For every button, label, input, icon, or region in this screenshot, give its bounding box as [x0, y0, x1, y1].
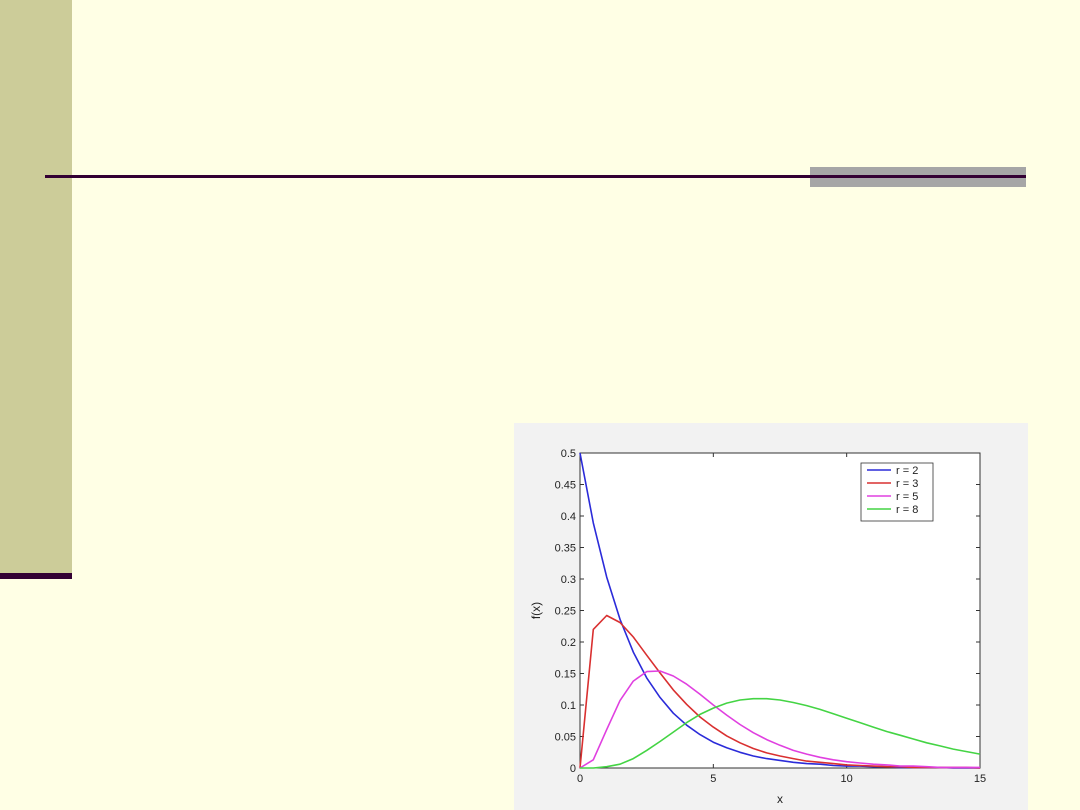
- y-tick-label: 0.2: [561, 637, 576, 649]
- side-accent-underline: [0, 573, 72, 579]
- y-tick-label: 0.25: [555, 606, 576, 618]
- x-tick-label: 0: [577, 773, 583, 785]
- y-tick-label: 0.3: [561, 574, 576, 586]
- chart-figure: 0 5 10 15 0 0.05 0.1 0.15 0.2 0.25 0.3 0.35 0.4 0.45 0…: [514, 423, 1028, 810]
- legend-entry: r = 3: [896, 478, 918, 490]
- legend-entry: r = 8: [896, 504, 918, 516]
- y-tick-label: 0.05: [555, 732, 576, 744]
- line-chart: 0 5 10 15 0 0.05 0.1 0.15 0.2 0.25 0.3 0.35 0.4 0.45 0…: [529, 448, 986, 806]
- legend-entry: r = 5: [896, 491, 918, 503]
- y-tick-label: 0.45: [555, 480, 576, 492]
- legend-entry: r = 2: [896, 465, 918, 477]
- y-axis-label: f(x): [529, 602, 543, 619]
- y-tick-label: 0: [570, 763, 576, 775]
- x-tick-label: 15: [974, 773, 986, 785]
- y-tick-label: 0.15: [555, 669, 576, 681]
- y-tick-label: 0.35: [555, 543, 576, 555]
- y-tick-label: 0.5: [561, 448, 576, 460]
- y-tick-label: 0.1: [561, 700, 576, 712]
- y-tick-label: 0.4: [561, 511, 576, 523]
- x-axis-label: x: [777, 792, 783, 806]
- x-tick-label: 10: [841, 773, 853, 785]
- side-accent-band: [0, 0, 72, 573]
- x-tick-label: 5: [710, 773, 716, 785]
- title-accent-line: [810, 175, 1026, 178]
